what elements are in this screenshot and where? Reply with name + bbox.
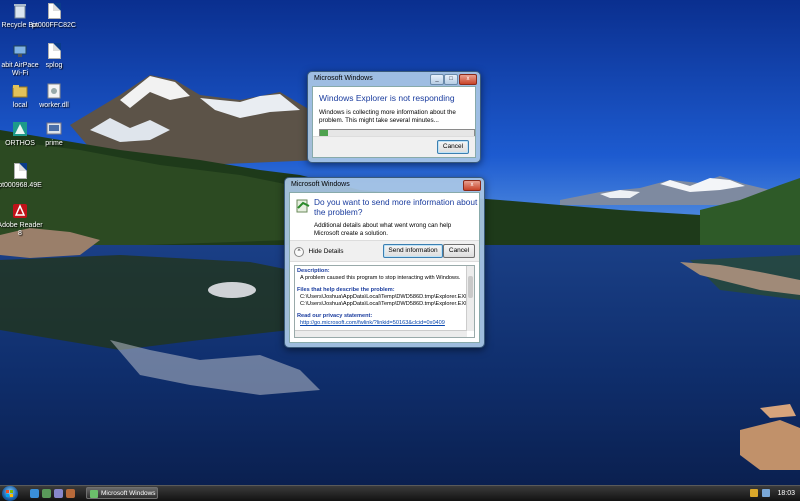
not-responding-dialog: Microsoft Windows _ □ x Windows Explorer… [307,71,481,163]
start-button[interactable] [2,486,18,501]
desktop-icon-label: worker.dll [39,102,69,109]
clock[interactable]: 18:03 [777,486,795,501]
desktop-icon-pt000968[interactable]: pt000968.49E [0,162,44,190]
minimize-button[interactable]: _ [430,74,444,85]
network-icon [11,42,29,60]
dialog-client: Windows Explorer is not responding Windo… [312,86,476,158]
desktop-icon-prime[interactable]: prime [30,120,78,148]
show-desktop-icon[interactable] [42,489,51,498]
desktop-icon-worker-dll[interactable]: worker.dll [30,82,78,110]
hide-details-toggle[interactable]: ^ Hide Details [294,245,344,257]
dialog-client: Do you want to send more information abo… [289,192,480,343]
dialog-footer: Cancel [313,136,475,157]
hide-details-label: Hide Details [308,248,344,255]
dialog-heading: Do you want to send more information abo… [314,197,478,217]
send-information-button[interactable]: Send information [383,244,443,258]
privacy-label: Read our privacy statement: [297,313,373,319]
send-info-dialog: Microsoft Windows x Do you want to send … [284,177,485,348]
app-icon [90,490,98,498]
scrollbar-thumb[interactable] [468,276,473,298]
desktop-icon-adobe-reader[interactable]: Adobe Reader 8 [0,202,44,238]
cancel-button[interactable]: Cancel [437,140,469,154]
file-path-2: C:\Users\Joshua\AppData\Local\Temp\DWD58… [300,301,469,307]
adobe-reader-icon [11,202,29,220]
taskbar: Microsoft Windows 18:03 [0,485,800,501]
orthos-icon [11,120,29,138]
problem-reports-icon [295,198,311,216]
volume-tray-icon[interactable] [762,489,770,497]
privacy-link[interactable]: http://go.microsoft.com/fwlink/?linkid=5… [297,320,473,327]
document-icon [11,162,29,180]
folder-icon [11,82,29,100]
prime-icon [45,120,63,138]
cancel-button[interactable]: Cancel [443,244,475,258]
ie-icon[interactable] [30,489,39,498]
document-icon [45,2,63,20]
details-pane[interactable]: Description: A problem caused this progr… [294,265,475,338]
desktop-icon-label: splog [45,62,63,69]
dialog-titlebar[interactable]: Microsoft Windows _ □ x [308,72,480,86]
dialog-heading: Windows Explorer is not responding [319,93,455,103]
desktop-icon-splog[interactable]: splog [30,42,78,70]
horizontal-scrollbar[interactable] [295,330,467,337]
desktop-icon-pt000ffc82c[interactable]: pt000FFC82C [30,2,78,30]
dialog-titlebar[interactable]: Microsoft Windows x [285,178,484,192]
description-text: A problem caused this program to stop in… [300,275,461,281]
close-button[interactable]: x [463,180,481,191]
vertical-scrollbar[interactable] [466,266,474,331]
files-label: Files that help describe the problem: [297,287,395,293]
file-path-1: C:\Users\Joshua\AppData\Local\Temp\DWD58… [300,294,469,300]
media-player-icon[interactable] [66,489,75,498]
desktop-icon-label: pt000FFC82C [32,22,76,29]
warning-tray-icon[interactable] [750,489,758,497]
dialog-title: Microsoft Windows [314,75,373,82]
switch-windows-icon[interactable] [54,489,63,498]
dialog-body: Windows is collecting more information a… [319,109,456,124]
document-icon [45,42,63,60]
details-content: Description: A problem caused this progr… [297,268,473,327]
recycle-bin-icon [11,2,29,20]
windows-logo-icon [6,490,14,497]
close-button[interactable]: x [459,74,477,85]
desktop-icon-label: pt000968.49E [0,182,42,189]
taskbar-item-label: Microsoft Windows [101,490,156,497]
description-label: Description: [297,268,330,274]
desktop-icon-label: prime [45,140,63,147]
desktop-icon-label: Adobe Reader 8 [0,222,43,237]
maximize-button[interactable]: □ [444,74,458,85]
chevron-up-icon: ^ [294,247,304,257]
dialog-button-bar: ^ Hide Details Send information Cancel [290,240,479,262]
dialog-body: Additional details about what went wrong… [314,222,452,237]
taskbar-item-microsoft-windows[interactable]: Microsoft Windows [86,487,158,499]
dll-icon [45,82,63,100]
dialog-title: Microsoft Windows [291,181,350,188]
